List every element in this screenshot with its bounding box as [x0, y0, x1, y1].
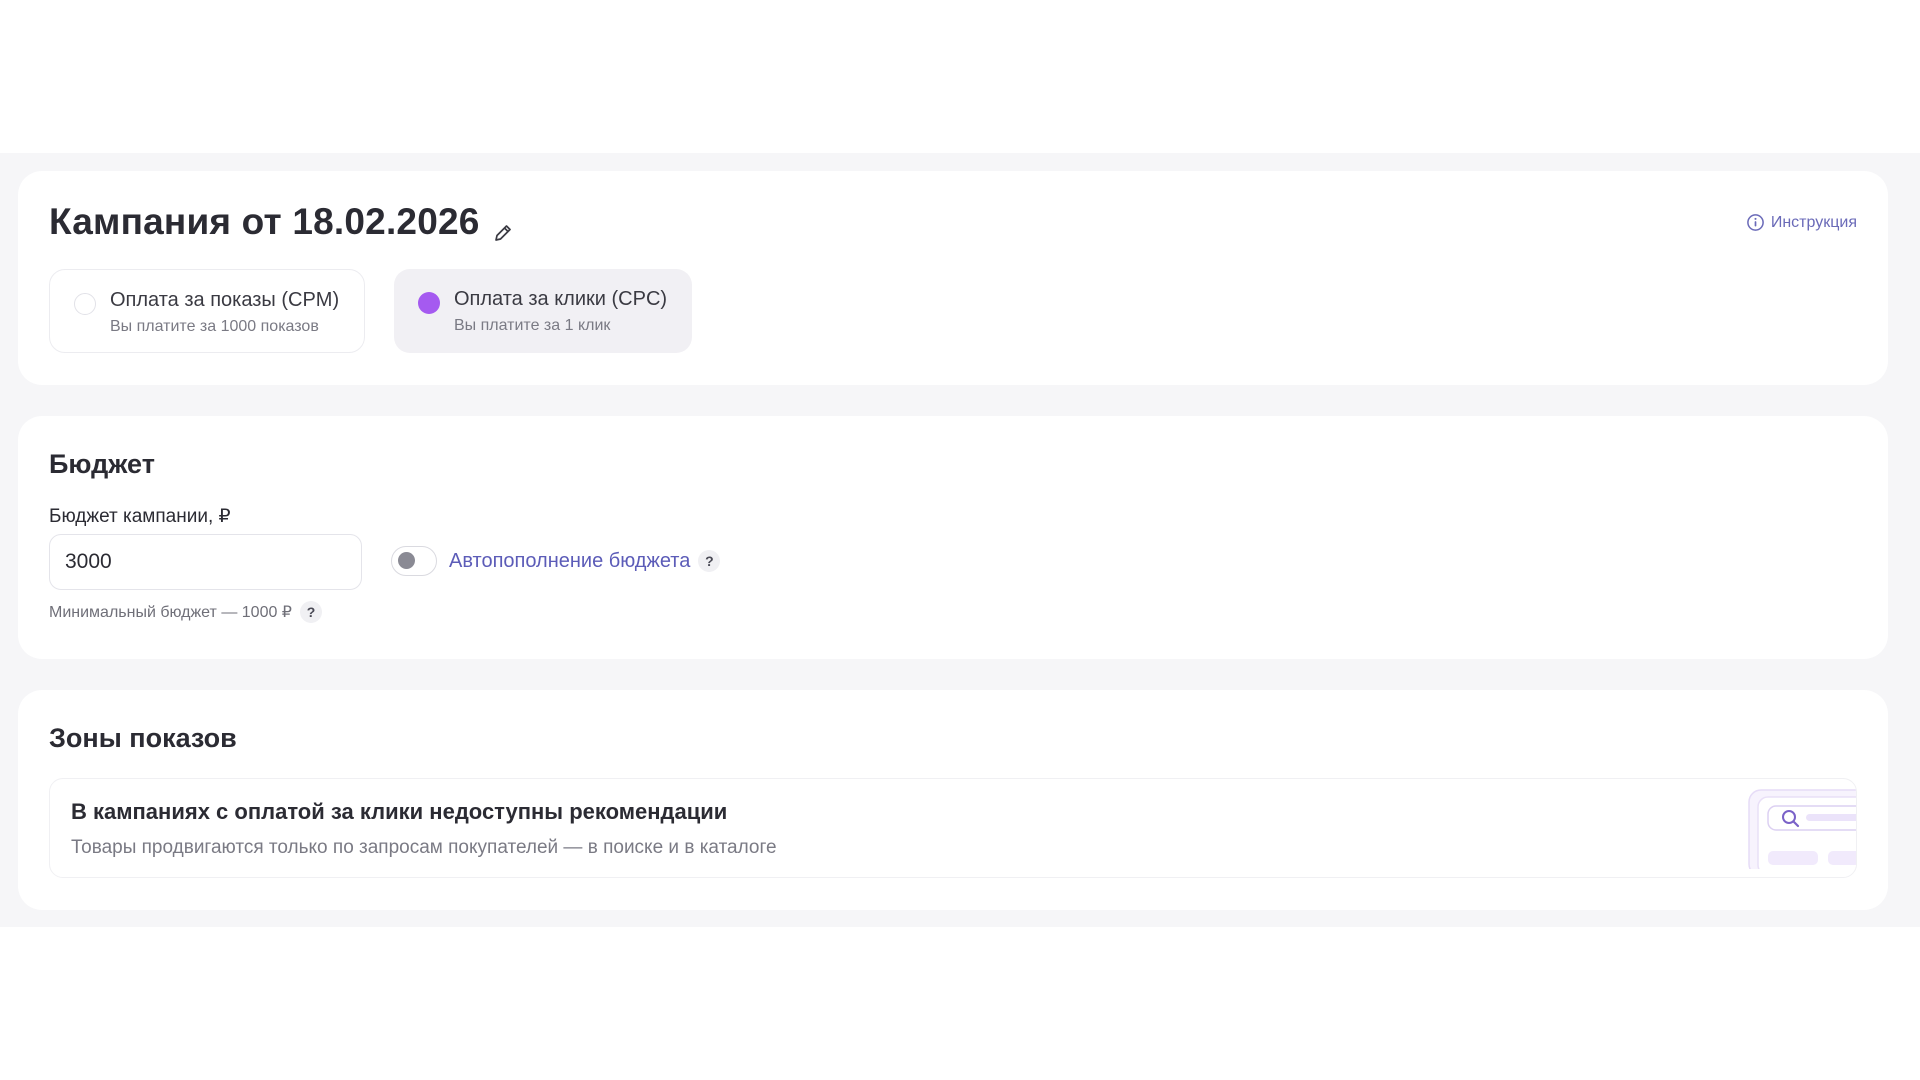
radio-cpc[interactable] — [418, 292, 440, 314]
payment-option-subtitle: Вы платите за 1000 показов — [110, 318, 319, 335]
notice-text: Товары продвигаются только по запросам п… — [71, 837, 777, 858]
search-illustration — [1748, 789, 1856, 869]
payment-option-subtitle: Вы платите за 1 клик — [454, 317, 611, 334]
campaign-card: Кампания от 18.02.2026 Инструкция Оплата… — [18, 171, 1888, 385]
budget-section-title: Бюджет — [49, 449, 155, 479]
min-budget-note: Минимальный бюджет — 1000 ₽ ? — [49, 601, 322, 623]
notice-title: В кампаниях с оплатой за клики недоступн… — [71, 799, 728, 824]
payment-option-cpm[interactable]: Оплата за показы (CPM) Вы платите за 100… — [49, 269, 365, 353]
auto-topup-toggle[interactable] — [391, 546, 437, 576]
page-title: Кампания от 18.02.2026 — [49, 201, 514, 243]
zones-card: Зоны показов В кампаниях с оплатой за кл… — [18, 690, 1888, 910]
instruction-link[interactable]: Инструкция — [1746, 213, 1857, 232]
help-icon[interactable]: ? — [698, 550, 721, 572]
budget-field-label: Бюджет кампании, ₽ — [49, 506, 231, 527]
info-icon — [1746, 214, 1764, 231]
zones-section-title: Зоны показов — [49, 723, 237, 753]
toggle-knob — [398, 552, 415, 569]
campaign-title: Кампания от 18.02.2026 — [49, 201, 480, 242]
min-budget-text: Минимальный бюджет — 1000 ₽ — [49, 604, 292, 621]
payment-option-title: Оплата за показы (CPM) — [110, 289, 340, 311]
instruction-label: Инструкция — [1770, 213, 1857, 231]
edit-icon[interactable] — [492, 211, 514, 241]
help-icon[interactable]: ? — [299, 601, 322, 623]
budget-card: Бюджет Бюджет кампании, ₽ Минимальный бю… — [18, 416, 1888, 659]
auto-topup: Автопополнение бюджета ? — [391, 546, 721, 576]
cpc-recommendations-notice: В кампаниях с оплатой за клики недоступн… — [49, 778, 1857, 878]
payment-option-title: Оплата за клики (CPC) — [454, 288, 668, 310]
radio-cpm[interactable] — [74, 293, 96, 315]
payment-option-cpc[interactable]: Оплата за клики (CPC) Вы платите за 1 кл… — [394, 269, 692, 353]
auto-topup-label[interactable]: Автопополнение бюджета — [449, 550, 690, 573]
budget-input[interactable] — [49, 534, 362, 590]
